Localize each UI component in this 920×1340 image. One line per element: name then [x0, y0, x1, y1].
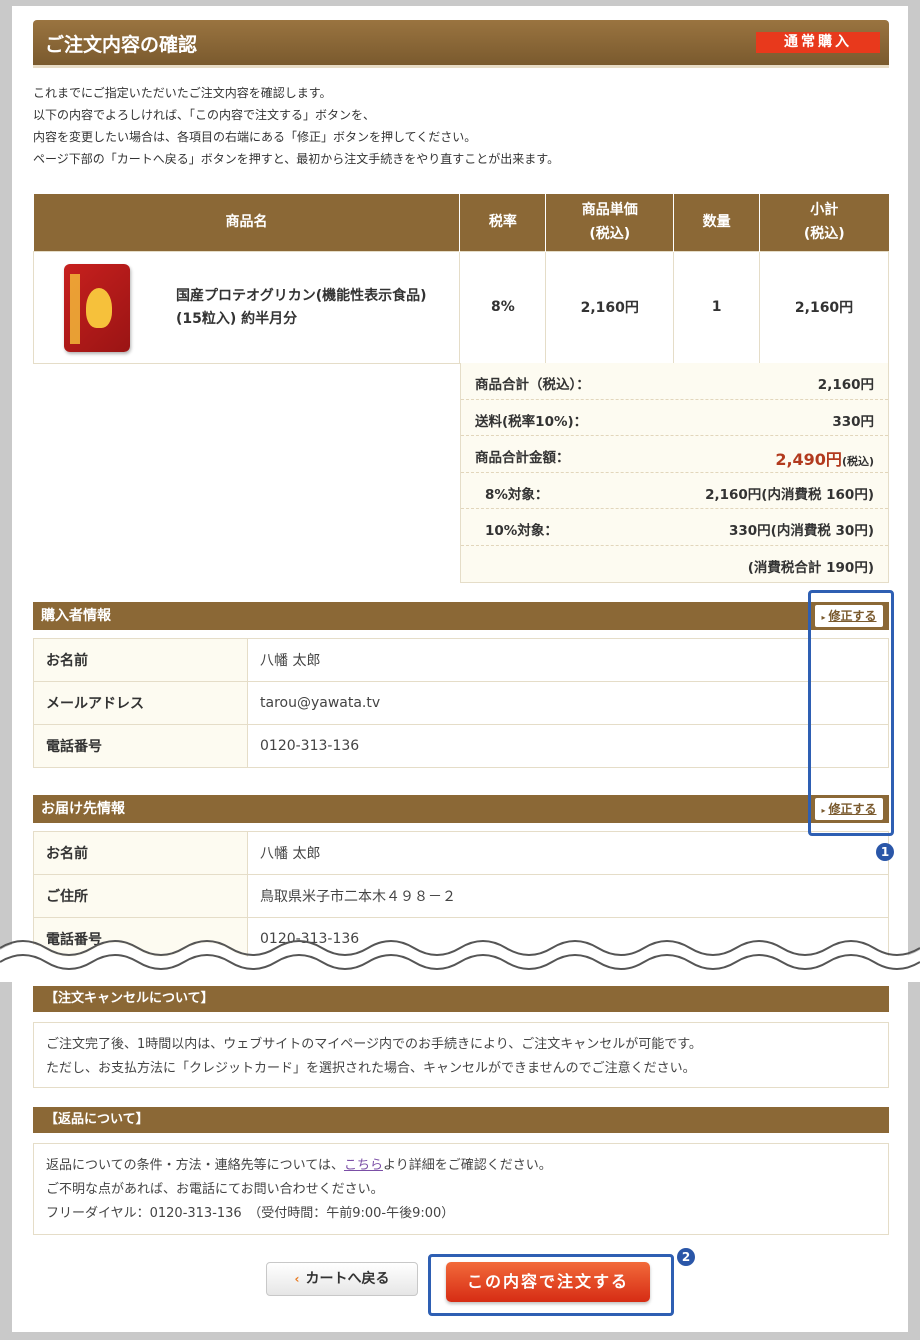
- order-summary: 商品合計（税込）： 2,160円 送料(税率10%)： 330円 商品合計金額：…: [460, 363, 889, 583]
- buyer-info-table: お名前 八幡 太郎 メールアドレス tarou@yawata.tv 電話番号 0120…: [33, 638, 889, 768]
- intro-line: これまでにご指定いただいたご注文内容を確認します。: [33, 86, 332, 100]
- col-product: 商品名: [33, 194, 461, 251]
- col-tax-rate: 税率: [459, 194, 547, 251]
- product-image: [64, 263, 130, 352]
- table-row: 電話番号 0120-313-136: [33, 724, 889, 768]
- back-to-cart-button[interactable]: ‹ カートへ戻る: [266, 1262, 418, 1296]
- col-qty: 数量: [673, 194, 761, 251]
- cancel-notice: ご注文完了後、1時間以内は、ウェブサイトのマイページ内でのお手続きにより、ご注文…: [33, 1022, 889, 1088]
- returns-details-link[interactable]: こちら: [344, 1158, 383, 1173]
- purchase-type-badge: 通常購入: [756, 32, 880, 53]
- buyer-info-header: 購入者情報 ▸ 修正する: [33, 602, 889, 630]
- product-name: 国産プロテオグリカン(機能性表示食品) (15粒入) 約半月分: [176, 287, 427, 327]
- place-order-highlight: [428, 1254, 674, 1316]
- callout-marker-2: 2: [677, 1248, 695, 1266]
- edit-buttons-highlight: [808, 590, 894, 836]
- col-unit-price: 商品単価 (税込): [545, 194, 675, 251]
- page-title: ご注文内容の確認: [45, 34, 198, 56]
- product-cell: 国産プロテオグリカン(機能性表示食品) (15粒入) 約半月分: [32, 250, 461, 364]
- summary-total-row: 商品合計金額： 2,490円(税込): [461, 436, 888, 473]
- section-title: 購入者情報: [41, 608, 111, 624]
- summary-row: 商品合計（税込）： 2,160円: [461, 363, 888, 400]
- table-row: お名前 八幡 太郎: [33, 831, 889, 875]
- subtotal-value: 2,160円: [759, 250, 889, 364]
- page-break-wave: [0, 940, 920, 982]
- summary-row: (消費税合計 190円): [747, 559, 874, 576]
- unit-price-value: 2,160円: [545, 250, 675, 364]
- chevron-left-icon: ‹: [294, 1272, 300, 1286]
- order-table: 商品名 税率 商品単価 (税込) 数量 小計 (税込) 国産プロテオグリカン(機能性…: [32, 194, 889, 364]
- page-frame: ご注文内容の確認 通常購入 これまでにご指定いただいたご注文内容を確認します。 …: [0, 6, 920, 1332]
- table-row: 国産プロテオグリカン(機能性表示食品) (15粒入) 約半月分 8% 2,160…: [32, 250, 889, 364]
- delivery-info-header: お届け先情報 ▸ 修正する: [33, 795, 889, 823]
- cancel-section-header: 【注文キャンセルについて】: [33, 986, 889, 1012]
- returns-notice: 返品についての条件・方法・連絡先等については、こちらより詳細をご確認ください。 …: [33, 1143, 889, 1235]
- intro-line: 内容を変更したい場合は、各項目の右端にある「修正」ボタンを押してください。: [33, 130, 477, 144]
- summary-row: 10%対象： 330円(内消費税 30円): [461, 509, 888, 546]
- intro-line: 以下の内容でよろしければ、「この内容で注文する」ボタンを、: [33, 108, 376, 122]
- summary-row: 8%対象： 2,160円(内消費税 160円): [461, 473, 888, 509]
- col-subtotal: 小計 (税込): [759, 194, 889, 251]
- tax-rate-value: 8%: [459, 250, 547, 364]
- intro-line: ページ下部の「カートへ戻る」ボタンを押すと、最初から注文手続きをやり直すことが出…: [33, 152, 560, 166]
- intro-text: これまでにご指定いただいたご注文内容を確認します。 以下の内容でよろしければ、「…: [33, 82, 883, 170]
- page-header: ご注文内容の確認 通常購入: [33, 20, 889, 68]
- callout-marker-1: 1: [876, 843, 894, 861]
- qty-value: 1: [673, 250, 761, 364]
- table-row: ご住所 鳥取県米子市二本木４９８－２: [33, 874, 889, 918]
- summary-row: 送料(税率10%)： 330円: [461, 400, 888, 436]
- table-row: メールアドレス tarou@yawata.tv: [33, 681, 889, 725]
- returns-section-header: 【返品について】: [33, 1107, 889, 1133]
- table-row: お名前 八幡 太郎: [33, 638, 889, 682]
- section-title: お届け先情報: [41, 801, 125, 817]
